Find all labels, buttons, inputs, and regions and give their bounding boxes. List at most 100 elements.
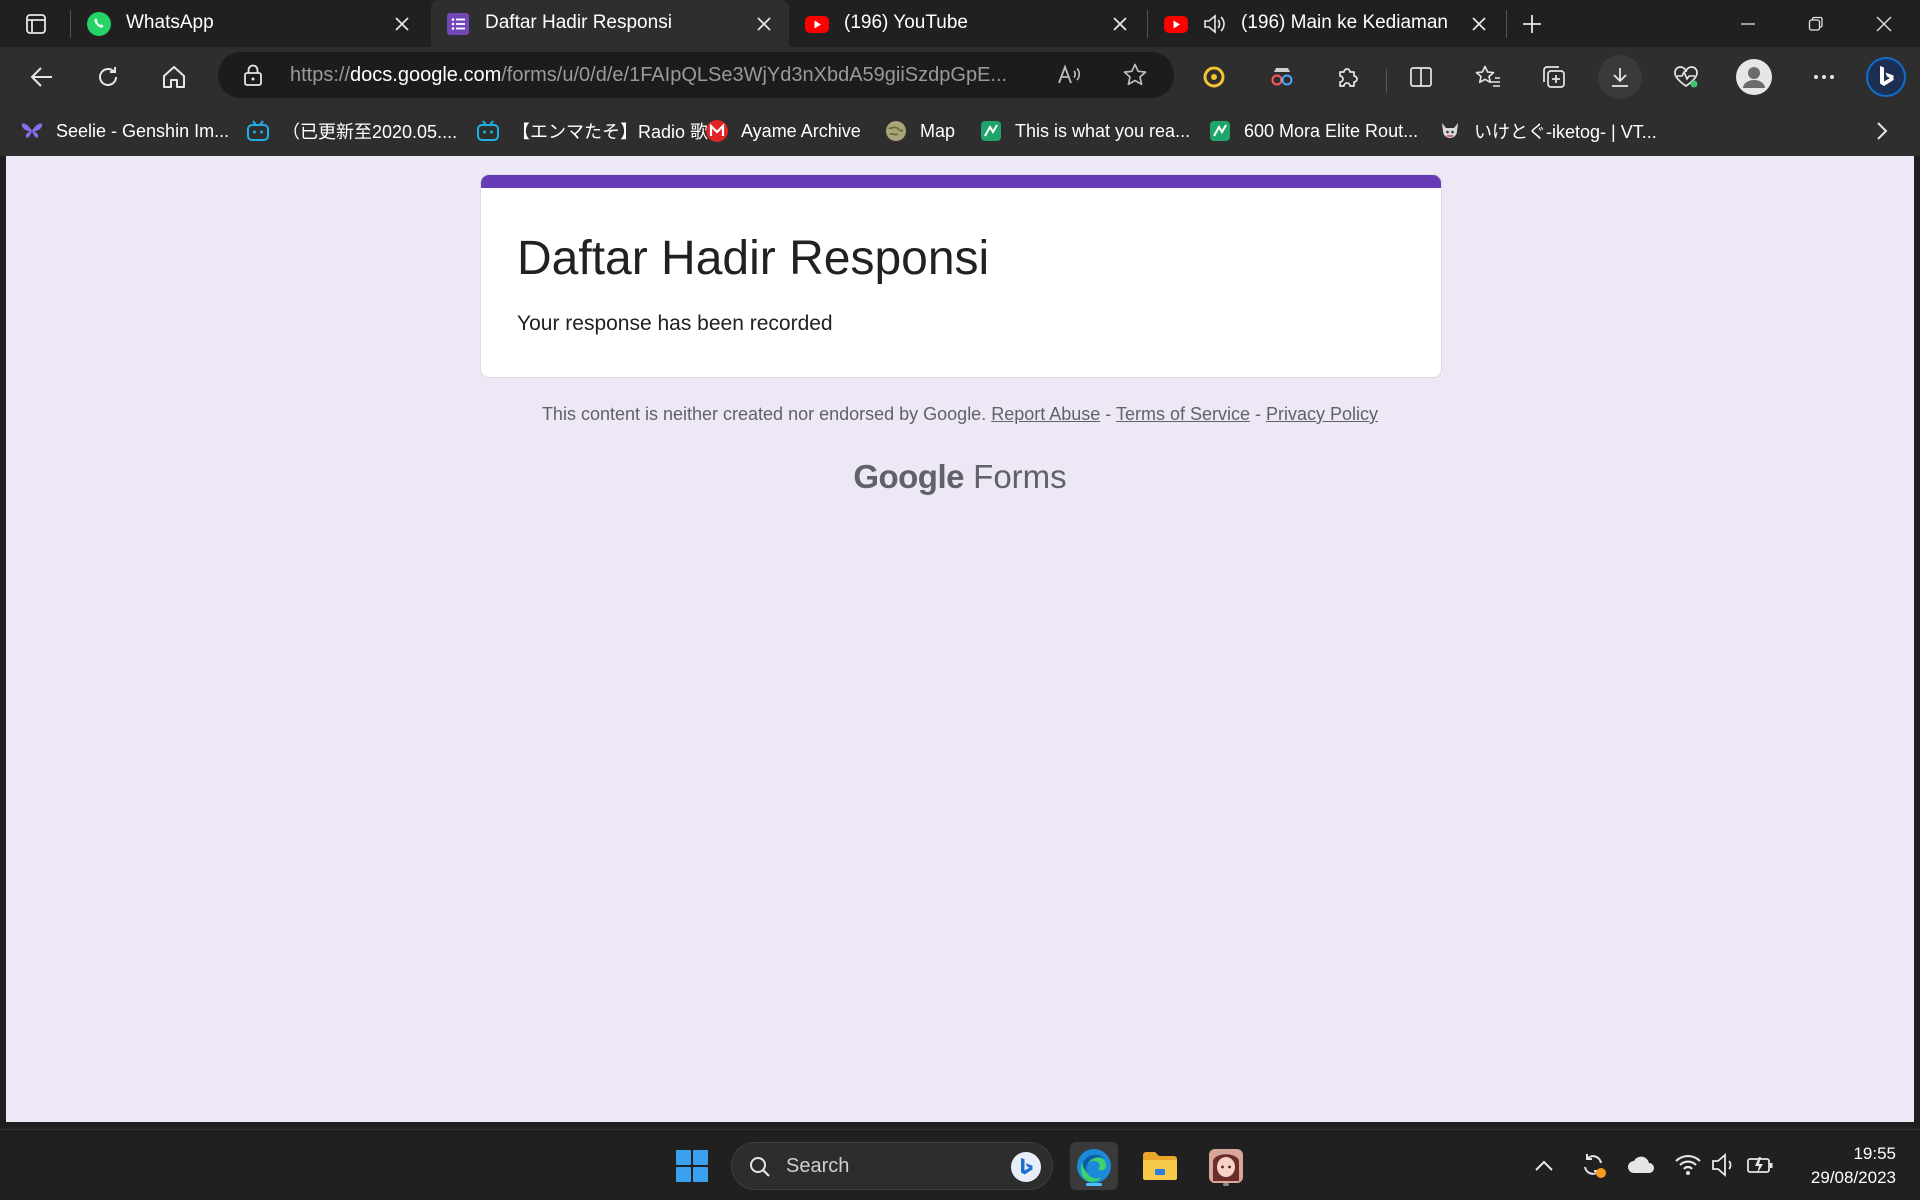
collections-button[interactable] [1532, 55, 1576, 99]
taskbar-file-explorer[interactable] [1136, 1142, 1184, 1190]
tab-separator [1147, 10, 1148, 38]
bookmark-label: Ayame Archive [741, 120, 861, 141]
favorite-star-icon[interactable] [1122, 62, 1148, 88]
bookmark-label: Map [920, 120, 956, 141]
home-icon [163, 66, 185, 88]
bookmark-ayame-archive[interactable]: Ayame Archive [705, 117, 861, 145]
restore-button[interactable] [1782, 0, 1850, 47]
bookmark-600-mora[interactable]: 600 Mora Elite Rout... [1208, 117, 1418, 145]
bookmark-bilibili-2[interactable]: 【エンマたそ】Radio 歌... [476, 117, 723, 145]
bilibili-icon [246, 119, 270, 143]
taskbar-game-app[interactable] [1202, 1142, 1250, 1190]
tab-strip: WhatsApp Daftar Hadir Responsi (196) You… [0, 0, 1920, 47]
bookmark-this-is-what[interactable]: This is what you rea... [979, 117, 1190, 145]
anime-character-icon [1209, 1149, 1243, 1183]
bookmark-seelie[interactable]: Seelie - Genshin Im... [20, 117, 229, 145]
brand-forms: Forms [964, 458, 1067, 495]
terms-of-service-link[interactable]: Terms of Service [1116, 404, 1250, 424]
settings-more-button[interactable] [1802, 55, 1846, 99]
heart-pulse-icon [1674, 66, 1698, 88]
brand-google: Google [853, 458, 964, 495]
restore-icon [1808, 16, 1823, 31]
start-button[interactable] [668, 1142, 716, 1190]
url-text[interactable]: https://docs.google.com/forms/u/0/d/e/1F… [290, 64, 1060, 87]
footer-disclaimer: This content is neither created nor endo… [6, 404, 1914, 425]
bookmark-iketog[interactable]: いけとぐ-iketog- | VT... [1438, 117, 1657, 145]
plus-icon [1523, 15, 1541, 33]
extension-vpn[interactable] [1260, 55, 1304, 99]
tab-youtube-audio[interactable]: (196) Main ke Kediaman R7, [1149, 0, 1504, 47]
bing-copilot-button[interactable] [1864, 55, 1908, 99]
close-tab-icon[interactable] [389, 11, 415, 37]
close-tab-icon[interactable] [1107, 11, 1133, 37]
minimize-button[interactable] [1714, 0, 1782, 47]
refresh-icon [99, 67, 117, 86]
avatar [1736, 59, 1772, 95]
new-tab-button[interactable] [1512, 6, 1552, 42]
close-window-button[interactable] [1850, 0, 1918, 47]
chevron-up-icon[interactable] [1532, 1154, 1556, 1178]
lock-icon[interactable] [242, 63, 264, 87]
green-app-icon [1208, 119, 1232, 143]
bookmark-label: いけとぐ-iketog- | VT... [1474, 122, 1657, 142]
read-aloud-icon[interactable] [1056, 62, 1082, 88]
bookmark-map[interactable]: Map [884, 117, 955, 145]
collections-icon [1543, 66, 1565, 88]
butterfly-icon [20, 119, 44, 143]
report-abuse-link[interactable]: Report Abuse [991, 404, 1100, 424]
browser-toolbar: https://docs.google.com/forms/u/0/d/e/1F… [0, 47, 1920, 107]
google-forms-icon [447, 13, 469, 35]
clock-date: 29/08/2023 [1810, 1168, 1896, 1187]
favorites-list-icon [1475, 65, 1500, 87]
confirmation-message: Your response has been recorded [517, 312, 833, 335]
profile-button[interactable] [1732, 55, 1776, 99]
url-host: docs.google.com [350, 64, 502, 86]
sync-icon[interactable] [1578, 1150, 1608, 1180]
extensions-button[interactable] [1326, 55, 1370, 99]
split-screen-button[interactable] [1399, 55, 1443, 99]
tab-separator [70, 10, 71, 38]
back-button[interactable] [20, 55, 64, 99]
privacy-policy-link[interactable]: Privacy Policy [1266, 404, 1378, 424]
system-clock[interactable]: 19:55 29/08/2023 [1774, 1142, 1896, 1190]
google-forms-logo[interactable]: Google Forms [6, 458, 1914, 496]
active-indicator [1086, 1183, 1102, 1186]
home-button[interactable] [152, 55, 196, 99]
bookmark-label: This is what you rea... [1015, 120, 1191, 141]
close-tab-icon[interactable] [1466, 11, 1492, 37]
taskbar-edge[interactable] [1070, 1142, 1118, 1190]
close-tab-icon[interactable] [751, 11, 777, 37]
tab-youtube[interactable]: (196) YouTube [790, 0, 1145, 47]
extension-genshin[interactable] [1192, 55, 1236, 99]
bing-icon[interactable] [1010, 1151, 1042, 1183]
tab-daftar-hadir[interactable]: Daftar Hadir Responsi [431, 0, 789, 47]
taskbar-search[interactable]: Search [731, 1142, 1053, 1190]
refresh-button[interactable] [86, 55, 130, 99]
favorites-button[interactable] [1466, 55, 1510, 99]
browser-essentials-button[interactable] [1664, 55, 1708, 99]
screen: WhatsApp Daftar Hadir Responsi (196) You… [0, 0, 1920, 1200]
tab-title: (196) Main ke Kediaman R7, [1241, 12, 1451, 33]
toolbar-divider [1386, 69, 1387, 93]
disclaimer-text: This content is neither created nor endo… [541, 404, 987, 424]
youtube-icon [1164, 16, 1188, 33]
minimize-icon [1741, 22, 1755, 25]
volume-icon[interactable] [1710, 1152, 1738, 1178]
clock-time: 19:55 [1853, 1144, 1896, 1163]
tab-title: WhatsApp [126, 12, 214, 33]
search-icon [750, 1157, 770, 1177]
onedrive-cloud-icon[interactable] [1626, 1152, 1656, 1178]
tab-actions-button[interactable] [14, 6, 58, 42]
spy-glasses-icon [1271, 68, 1293, 86]
tab-title: Daftar Hadir Responsi [485, 12, 672, 33]
bookmark-bilibili-1[interactable]: （已更新至2020.05.... [246, 117, 457, 145]
chevron-right-icon[interactable] [1870, 119, 1894, 143]
bookmark-label: 【エンマたそ】Radio 歌... [512, 122, 724, 142]
downloads-button[interactable] [1598, 55, 1642, 99]
address-bar[interactable]: https://docs.google.com/forms/u/0/d/e/1F… [218, 52, 1174, 98]
battery-icon[interactable] [1746, 1152, 1774, 1178]
wifi-icon[interactable] [1674, 1152, 1702, 1178]
back-arrow-icon [30, 67, 52, 87]
tab-whatsapp[interactable]: WhatsApp [72, 0, 427, 47]
speaker-icon[interactable] [1201, 11, 1227, 37]
